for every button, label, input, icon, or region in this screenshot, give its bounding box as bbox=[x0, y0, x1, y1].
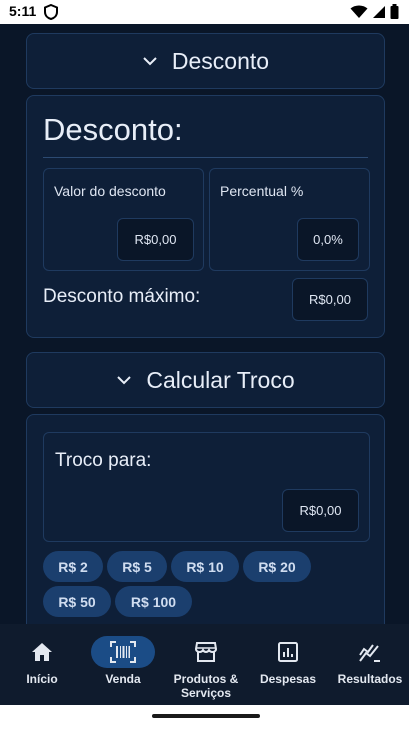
nav-label-resultados: Resultados bbox=[337, 672, 403, 686]
nav-item-inicio[interactable]: Início bbox=[10, 624, 74, 705]
chevron-down-icon bbox=[117, 376, 132, 385]
chip-50[interactable]: R$ 50 bbox=[43, 586, 111, 617]
nav-icon-container bbox=[91, 636, 155, 668]
desconto-maximo-label: Desconto máximo: bbox=[43, 286, 201, 307]
percentual-box: Percentual % 0,0% bbox=[209, 168, 370, 271]
chip-20[interactable]: R$ 20 bbox=[243, 551, 311, 582]
trending-chart-icon bbox=[359, 644, 380, 662]
nav-label-inicio: Início bbox=[26, 672, 58, 686]
troco-collapse-header[interactable]: Calcular Troco bbox=[26, 352, 385, 408]
desconto-collapse-header[interactable]: Desconto bbox=[26, 33, 385, 89]
home-icon bbox=[32, 643, 52, 661]
main-content[interactable]: Desconto Desconto: Valor do desconto R$0… bbox=[0, 24, 409, 624]
desconto-maximo-input[interactable]: R$0,00 bbox=[292, 278, 368, 321]
nav-icon-container bbox=[338, 636, 402, 668]
signal-icon bbox=[373, 5, 385, 18]
status-time: 5:11 bbox=[9, 3, 37, 19]
troco-para-input[interactable]: R$0,00 bbox=[282, 489, 359, 532]
troco-para-label: Troco para: bbox=[55, 450, 152, 471]
nav-item-resultados[interactable]: Resultados bbox=[336, 624, 404, 705]
battery-icon bbox=[390, 4, 399, 19]
nav-item-produtos[interactable]: Produtos & Serviços bbox=[166, 624, 246, 705]
chip-5[interactable]: R$ 5 bbox=[107, 551, 167, 582]
shield-icon bbox=[44, 4, 58, 20]
valor-desconto-input[interactable]: R$0,00 bbox=[117, 218, 194, 261]
store-icon bbox=[195, 642, 217, 662]
chip-2[interactable]: R$ 2 bbox=[43, 551, 103, 582]
gesture-handle[interactable] bbox=[152, 714, 260, 718]
troco-para-box: Troco para: R$0,00 bbox=[43, 432, 370, 542]
troco-header-title: Calcular Troco bbox=[146, 366, 295, 393]
desconto-card-title: Desconto: bbox=[43, 112, 183, 147]
valor-desconto-label: Valor do desconto bbox=[54, 183, 166, 199]
nav-icon-container bbox=[174, 636, 238, 668]
nav-item-despesas[interactable]: Despesas bbox=[256, 624, 320, 705]
bar-chart-icon bbox=[278, 642, 298, 662]
troco-card: Troco para: R$0,00 R$ 2 R$ 5 R$ 10 R$ 20… bbox=[26, 414, 385, 624]
desconto-card: Desconto: Valor do desconto R$0,00 Perce… bbox=[26, 95, 385, 338]
gesture-navigation-area bbox=[0, 705, 409, 729]
percentual-input[interactable]: 0,0% bbox=[297, 218, 359, 261]
bottom-navigation: Início Venda Produtos & Serviços Despesa… bbox=[0, 624, 409, 705]
nav-label-despesas: Despesas bbox=[259, 672, 317, 686]
chevron-down-icon bbox=[143, 57, 157, 66]
nav-icon-container bbox=[256, 636, 320, 668]
chip-100[interactable]: R$ 100 bbox=[115, 586, 192, 617]
divider bbox=[43, 157, 368, 158]
nav-label-venda: Venda bbox=[105, 672, 141, 686]
chip-10[interactable]: R$ 10 bbox=[171, 551, 239, 582]
valor-desconto-box: Valor do desconto R$0,00 bbox=[43, 168, 204, 271]
nav-item-venda[interactable]: Venda bbox=[91, 624, 155, 705]
wifi-icon bbox=[350, 5, 368, 18]
nav-icon-container bbox=[10, 636, 74, 668]
desconto-header-title: Desconto bbox=[171, 47, 270, 74]
nav-label-produtos: Produtos & Serviços bbox=[173, 672, 239, 700]
barcode-scanner-icon bbox=[110, 641, 136, 663]
percentual-label: Percentual % bbox=[220, 183, 304, 199]
status-bar: 5:11 bbox=[0, 0, 409, 24]
